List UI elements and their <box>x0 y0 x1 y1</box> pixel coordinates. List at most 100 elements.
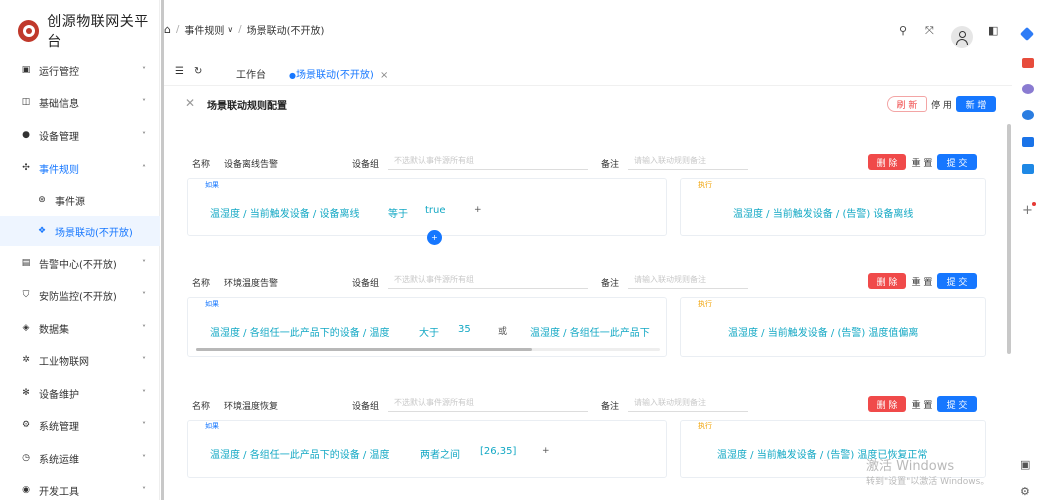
screen-icon[interactable]: ▣ <box>1020 458 1030 471</box>
sidebar-item-device-maintenance[interactable]: ✻ 设备维护 ˅ <box>0 379 160 407</box>
rule-name-input[interactable]: 设备离线告警 <box>224 157 278 170</box>
briefcase-icon[interactable] <box>1022 58 1034 68</box>
tab-bar: ☰ ↻ 工作台 ●场景联动(不开放) × <box>164 58 1012 86</box>
remark-input[interactable]: 请输入联动规则备注 <box>628 152 748 170</box>
sidebar-item-label: 事件源 <box>55 196 85 208</box>
avatar[interactable] <box>951 26 973 48</box>
dev-icon: ◉ <box>22 485 30 495</box>
close-icon[interactable]: × <box>380 70 388 81</box>
sidebar-item-dataset[interactable]: ◈ 数据集 ˅ <box>0 314 160 342</box>
breadcrumb-item-event-rules[interactable]: 事件规则 <box>184 22 224 37</box>
tab-scene-linkage[interactable]: ●场景联动(不开放) × <box>289 66 388 81</box>
delete-button[interactable]: 删 除 <box>868 154 906 170</box>
condition-operator[interactable]: 两者之间 <box>420 446 460 461</box>
disable-button[interactable]: 停 用 <box>928 96 955 112</box>
refresh-icon[interactable]: ↻ <box>194 66 202 77</box>
alarm-icon: ▤ <box>21 258 31 268</box>
reset-button[interactable]: 重 置 <box>909 396 935 412</box>
condition-field[interactable]: 温湿度 / 各组任一此产品下的设备 / 温度 <box>210 324 389 339</box>
watermark-line-2: 转到"设置"以激活 Windows。 <box>866 477 990 487</box>
condition-logic[interactable]: 或 <box>498 324 507 337</box>
chevron-down-icon: ˅ <box>142 420 146 430</box>
then-tag: 执行 <box>698 422 712 430</box>
refresh-button[interactable]: 刷 新 <box>887 96 927 112</box>
logo-icon <box>18 20 40 42</box>
main-scrollbar[interactable] <box>1007 124 1011 354</box>
sidebar-item-alarm-center[interactable]: ▤ 告警中心(不开放) ˅ <box>0 249 160 277</box>
reset-button[interactable]: 重 置 <box>909 154 935 170</box>
sidebar-item-label: 场景联动(不开放) <box>55 227 133 239</box>
rule-name-input[interactable]: 环境温度告警 <box>224 276 278 289</box>
sidebar-item-event-rules[interactable]: ✣ 事件规则 ˄ <box>0 154 160 182</box>
sidebar-item-label: 开发工具 <box>39 486 79 498</box>
condition-field[interactable]: 温湿度 / 当前触发设备 / 设备离线 <box>210 205 359 220</box>
sidebar-item-scene-linkage[interactable]: ❖ 场景联动(不开放) <box>0 216 160 246</box>
layout-icon[interactable]: ◧ <box>988 24 998 37</box>
reset-button[interactable]: 重 置 <box>909 273 935 289</box>
add-condition-icon[interactable]: + <box>474 205 482 215</box>
add-condition-icon[interactable]: + <box>542 446 550 456</box>
condition-operator[interactable]: 大于 <box>419 324 439 339</box>
sidebar-item-device-management[interactable]: ● 设备管理 ˅ <box>0 121 160 149</box>
delete-button[interactable]: 删 除 <box>868 396 906 412</box>
sidebar-item-label: 数据集 <box>39 324 69 336</box>
action-field[interactable]: 温湿度 / 当前触发设备 / (告警) 温度值偏离 <box>728 324 918 339</box>
add-group-button[interactable]: + <box>427 230 442 245</box>
tab-workbench[interactable]: 工作台 <box>236 66 266 81</box>
group-select[interactable]: 不选默认事件源所有组 <box>388 394 588 412</box>
close-panel-icon[interactable]: ✕ <box>185 96 195 110</box>
group-select[interactable]: 不选默认事件源所有组 <box>388 152 588 170</box>
condition-field[interactable]: 温湿度 / 各组任一此产品下的设备 / 温度 <box>210 446 389 461</box>
chevron-down-icon[interactable]: ∨ <box>227 25 233 34</box>
scrollbar-thumb[interactable] <box>196 348 532 351</box>
gear-icon[interactable]: ⚙ <box>1020 485 1030 498</box>
sidebar-item-system-ops[interactable]: ◷ 系统运维 ˅ <box>0 444 160 472</box>
sidebar-item-system-management[interactable]: ⚙ 系统管理 ˅ <box>0 411 160 439</box>
remark-input[interactable]: 请输入联动规则备注 <box>628 394 748 412</box>
sidebar-item-label: 设备维护 <box>39 389 79 401</box>
sidebar-item-label: 系统运维 <box>39 454 79 466</box>
search-icon[interactable]: ⚲ <box>899 24 907 37</box>
copilot-icon[interactable] <box>1022 110 1034 120</box>
group-select[interactable]: 不选默认事件源所有组 <box>388 271 588 289</box>
home-icon[interactable]: ⌂ <box>164 23 171 36</box>
condition-operator[interactable]: 等于 <box>388 205 408 220</box>
scene-icon: ❖ <box>37 226 47 236</box>
sidebar-item-industrial-iot[interactable]: ✲ 工业物联网 ˅ <box>0 346 160 374</box>
remark-input[interactable]: 请输入联动规则备注 <box>628 271 748 289</box>
send-icon[interactable] <box>1022 164 1034 174</box>
fullscreen-icon[interactable]: ⤧ <box>925 24 934 38</box>
sidebar-item-label: 工业物联网 <box>39 356 89 368</box>
sidebar-item-basic-info[interactable]: ◫ 基础信息 ˅ <box>0 88 160 116</box>
sidebar-item-label: 系统管理 <box>39 421 79 433</box>
if-tag: 如果 <box>205 300 219 308</box>
rule-icon: ✣ <box>22 163 30 173</box>
watermark-line-1: 激活 Windows <box>866 459 955 474</box>
horizontal-scrollbar[interactable] <box>196 348 660 351</box>
submit-button[interactable]: 提 交 <box>937 273 977 289</box>
sidebar-item-security-monitor[interactable]: ⛉ 安防监控(不开放) ˅ <box>0 281 160 309</box>
menu-toggle-icon[interactable]: ☰ <box>175 66 184 77</box>
app-title: 创源物联网关平台 <box>47 14 149 50</box>
condition-field-2[interactable]: 温湿度 / 各组任一此产品下 <box>530 324 650 339</box>
chevron-down-icon: ˅ <box>142 97 146 107</box>
outlook-icon[interactable] <box>1022 137 1034 147</box>
tag-icon[interactable] <box>1019 26 1035 42</box>
submit-button[interactable]: 提 交 <box>937 154 977 170</box>
submit-button[interactable]: 提 交 <box>937 396 977 412</box>
condition-value[interactable]: [26,35] <box>480 446 516 457</box>
windows-watermark: 激活 Windows 转到"设置"以激活 Windows。 <box>866 455 989 487</box>
group-label: 设备组 <box>352 279 380 289</box>
sidebar-item-event-source[interactable]: ⊛ 事件源 <box>0 186 160 214</box>
add-icon[interactable]: + <box>1022 203 1033 218</box>
add-button[interactable]: 新 增 <box>956 96 996 112</box>
sidebar-item-run-control[interactable]: ▣ 运行管控 ˅ <box>0 56 160 84</box>
chevron-down-icon: ˅ <box>142 130 146 140</box>
delete-button[interactable]: 删 除 <box>868 273 906 289</box>
condition-value[interactable]: 35 <box>458 324 471 335</box>
action-field[interactable]: 温湿度 / 当前触发设备 / (告警) 设备离线 <box>733 205 913 220</box>
rule-name-input[interactable]: 环境温度恢复 <box>224 399 278 412</box>
panel-title: 场景联动规则配置 <box>207 101 287 112</box>
people-icon[interactable] <box>1022 84 1034 94</box>
condition-value[interactable]: true <box>425 205 446 216</box>
